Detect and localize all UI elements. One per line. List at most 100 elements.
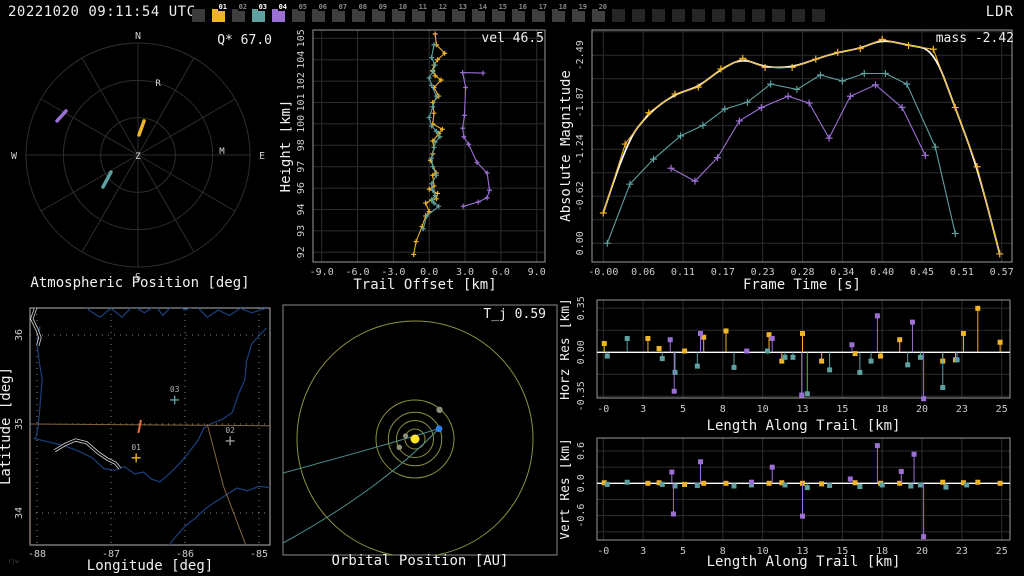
svg-text:01: 01 (131, 443, 141, 452)
station-box-12[interactable]: 12 (432, 3, 448, 22)
station-box[interactable] (772, 9, 785, 22)
svg-text:92: 92 (296, 246, 307, 258)
top-status-bar: 20221020 09:11:54 UTC 01 02 03 04 05 06 07 08 09… (0, 0, 1024, 25)
svg-text:-0.6: -0.6 (576, 504, 587, 528)
svg-text:02: 02 (225, 426, 235, 435)
svg-text:18: 18 (876, 404, 888, 415)
station-box-10[interactable]: 10 (392, 3, 408, 22)
orbital-plot-title: Orbital Position [AU] (331, 553, 509, 569)
station-box[interactable] (692, 9, 705, 22)
frame-time-xlabel: Frame Time [s] (742, 277, 861, 293)
svg-text:10: 10 (757, 404, 769, 415)
svg-text:-1.87: -1.87 (575, 87, 586, 117)
svg-text:-2.49: -2.49 (575, 40, 586, 70)
svg-text:-1.24: -1.24 (575, 134, 586, 164)
magnitude-plot: -0.00 0.06 0.11 0.17 0.23 0.28 0.34 0.40 0.45 0.5… (560, 29, 1014, 278)
velocity-value: vel 46.5 (481, 31, 544, 46)
station-number: 18 (557, 3, 568, 11)
orbital-position-panel: T_j 0.59 Orbital Position [AU] (280, 295, 560, 576)
station-number: 01 (217, 3, 228, 11)
svg-text:0.6: 0.6 (576, 442, 587, 460)
trail-offset-panel: -9.0 -6.0 -3.0 0.0 3.0 6.0 9.0 92 93 94 96 97 98 100 1… (280, 25, 560, 295)
svg-text:Vert Res [km]: Vert Res [km] (560, 438, 573, 540)
svg-text:20: 20 (916, 404, 928, 415)
longitude-xlabel: Longitude [deg] (86, 558, 214, 574)
svg-text:M: M (219, 147, 225, 157)
meteor-dashboard: 20221020 09:11:54 UTC 01 02 03 04 05 06 07 08 09… (0, 0, 1024, 576)
station-box[interactable] (632, 9, 645, 22)
mass-value: mass -2.42 (935, 31, 1014, 46)
station-number: 08 (357, 3, 368, 11)
station-box-16[interactable]: 16 (512, 3, 528, 22)
residuals-panel: -0 3 5 8 10 13 15 18 20 23 25 0.35 0.00 -0.35 Horz Res… (560, 295, 1024, 576)
svg-text:0.00: 0.00 (575, 231, 586, 255)
svg-text:15: 15 (836, 404, 848, 415)
ground-map-panel: 01 02 03 -88 -87 -86 -85 34 35 36 Latitude [deg] rj… (0, 295, 280, 576)
station-box[interactable] (192, 9, 205, 22)
station-number: 02 (237, 3, 248, 11)
station-box[interactable] (812, 9, 825, 22)
atmospheric-position-polar-plot: NESW ZRM (11, 31, 265, 283)
station-box-09[interactable]: 09 (372, 3, 388, 22)
station-box-18[interactable]: 18 (552, 3, 568, 22)
svg-text:98: 98 (296, 139, 307, 151)
station-box-02[interactable]: 02 (232, 3, 248, 22)
polar-plot-title: Atmospheric Position [deg] (30, 275, 250, 291)
station-box-06[interactable]: 06 (312, 3, 328, 22)
svg-text:0.0: 0.0 (576, 474, 587, 492)
station-box-05[interactable]: 05 (292, 3, 308, 22)
utc-timestamp: 20221020 09:11:54 UTC (8, 4, 196, 20)
station-box-11[interactable]: 11 (412, 3, 428, 22)
horz-res-xlabel: Length Along Trail [km] (706, 418, 901, 434)
station-box-14[interactable]: 14 (472, 3, 488, 22)
svg-text:-0.35: -0.35 (576, 381, 587, 411)
svg-text:35: 35 (14, 418, 25, 430)
station-box-15[interactable]: 15 (492, 3, 508, 22)
orbital-position-plot (282, 304, 558, 556)
vert-res-xlabel: Length Along Trail [km] (706, 554, 901, 570)
station-number: 14 (477, 3, 488, 11)
station-box-13[interactable]: 13 (452, 3, 468, 22)
svg-text:101: 101 (296, 93, 307, 111)
svg-text:100: 100 (296, 115, 307, 133)
svg-text:-0: -0 (597, 404, 609, 415)
station-box-17[interactable]: 17 (532, 3, 548, 22)
station-number: 19 (577, 3, 588, 11)
station-box-20[interactable]: 20 (592, 3, 608, 22)
trail-offset-xlabel: Trail Offset [km] (353, 277, 497, 293)
station-box[interactable] (672, 9, 685, 22)
station-box[interactable] (752, 9, 765, 22)
station-box-07[interactable]: 07 (332, 3, 348, 22)
station-number: 17 (537, 3, 548, 11)
station-box-01[interactable]: 01 (212, 3, 228, 22)
svg-text:104: 104 (296, 51, 307, 69)
ground-map-plot: 010203-88 -87 -86 -85343536Latitude [deg]rj… (0, 307, 271, 565)
trail-offset-plot: -9.0 -6.0 -3.0 0.0 3.0 6.0 9.09293949697981001… (280, 29, 546, 278)
svg-text:36: 36 (14, 329, 25, 341)
svg-text:Horz Res [km]: Horz Res [km] (560, 298, 573, 400)
station-number: 16 (517, 3, 528, 11)
svg-text:Z: Z (135, 152, 141, 162)
svg-text:03: 03 (170, 385, 180, 394)
station-toggle-strip: 01 02 03 04 05 06 07 08 09 10 11 12 13 14 15 16 17 18 19 20 (192, 3, 832, 22)
station-number: 05 (297, 3, 308, 11)
station-box[interactable] (612, 9, 625, 22)
station-number: 20 (597, 3, 608, 11)
station-box[interactable] (792, 9, 805, 22)
station-box-03[interactable]: 03 (252, 3, 268, 22)
tisserand-value: T_j 0.59 (483, 307, 546, 322)
station-box-04[interactable]: 04 (272, 3, 288, 22)
svg-text:93: 93 (296, 225, 307, 237)
station-box-19[interactable]: 19 (572, 3, 588, 22)
svg-text:Height [km]: Height [km] (280, 100, 294, 193)
station-number: 13 (457, 3, 468, 11)
station-box[interactable] (712, 9, 725, 22)
svg-text:rjw: rjw (8, 558, 19, 565)
station-box[interactable] (732, 9, 745, 22)
station-number: 07 (337, 3, 348, 11)
station-box-08[interactable]: 08 (352, 3, 368, 22)
station-box[interactable] (652, 9, 665, 22)
magnitude-panel: -0.00 0.06 0.11 0.17 0.23 0.28 0.34 0.40 0.45 0.5… (560, 25, 1024, 295)
svg-text:97: 97 (296, 161, 307, 173)
station-number: 10 (397, 3, 408, 11)
